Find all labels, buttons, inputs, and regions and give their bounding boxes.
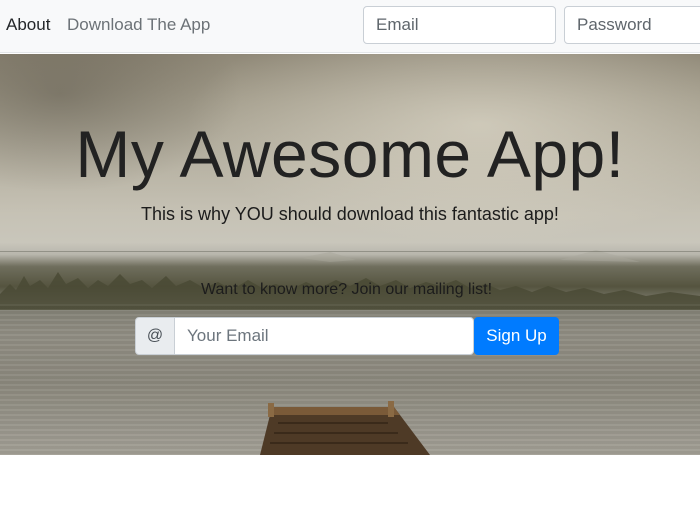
sign-up-button[interactable]: Sign Up <box>474 317 559 355</box>
navbar: About Download The App <box>0 0 700 53</box>
hero-subtitle: This is why YOU should download this fan… <box>141 204 559 224</box>
at-sign-icon: @ <box>135 317 175 355</box>
navbar-password-input[interactable] <box>564 6 700 44</box>
navbar-email-input[interactable] <box>363 6 556 44</box>
hero-section: My Awesome App! This is why YOU should d… <box>0 54 700 455</box>
mailing-list-text: Want to know more? Join our mailing list… <box>200 281 493 298</box>
hero-title: My Awesome App! <box>75 117 625 191</box>
hero-dock-image <box>260 401 430 455</box>
nav-link-about[interactable]: About <box>6 15 50 35</box>
signup-form: @ Sign Up <box>135 317 559 355</box>
nav-link-download-the-app[interactable]: Download The App <box>67 15 210 35</box>
hero-divider <box>0 251 700 252</box>
signup-email-input[interactable] <box>174 317 474 355</box>
